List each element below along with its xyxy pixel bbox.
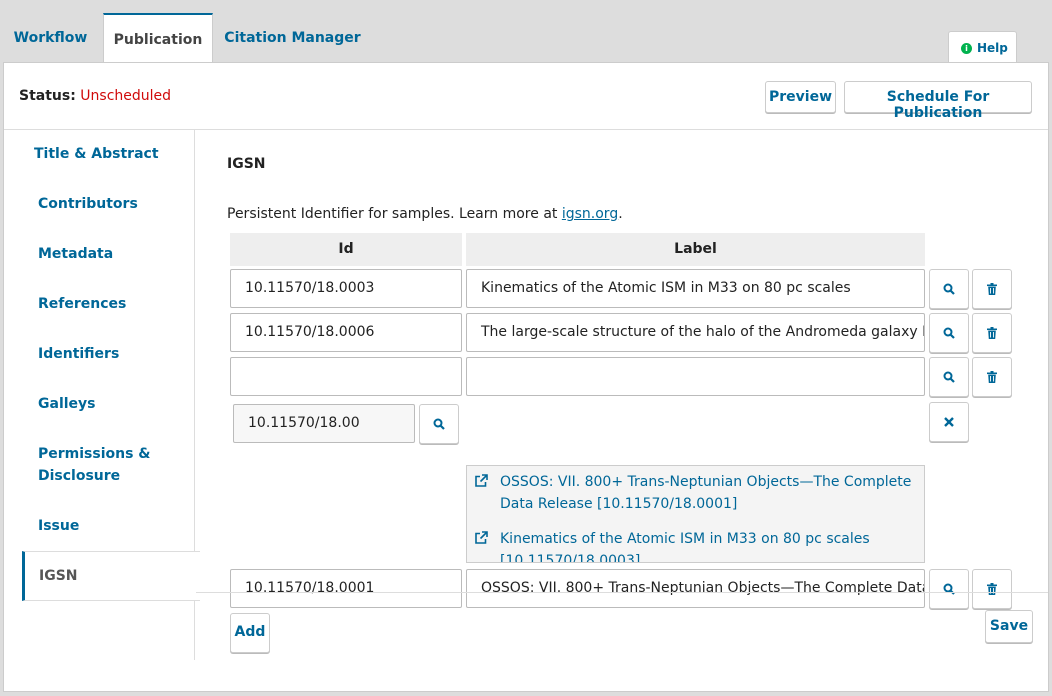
search-button[interactable] (929, 313, 969, 353)
search-button[interactable] (419, 404, 459, 444)
help-button[interactable]: i Help (948, 31, 1017, 64)
id-input[interactable]: 10.11570/18.0001 (230, 569, 462, 608)
id-input[interactable] (230, 357, 462, 396)
tab-citation-manager[interactable]: Citation Manager (219, 13, 366, 63)
label-input[interactable] (466, 357, 925, 396)
help-label: Help (977, 41, 1008, 55)
sidebar-item-metadata[interactable]: Metadata (38, 243, 113, 265)
tab-publication[interactable]: Publication (103, 13, 213, 63)
sidebar-item-issue[interactable]: Issue (38, 515, 79, 537)
igsn-search-input[interactable]: 10.11570/18.00 (233, 404, 415, 443)
section-title: IGSN (227, 156, 266, 172)
delete-button[interactable] (972, 569, 1012, 609)
trash-icon (987, 583, 997, 595)
status-value: Unscheduled (80, 88, 172, 104)
status-line: Status: Unscheduled (19, 88, 171, 104)
sidebar-item-identifiers[interactable]: Identifiers (38, 343, 119, 365)
delete-button[interactable] (972, 313, 1012, 353)
trash-icon (987, 371, 997, 383)
external-link-icon (475, 474, 488, 487)
close-icon (944, 417, 954, 427)
external-link-icon (475, 531, 488, 544)
description-text: Persistent Identifier for samples. Learn… (227, 206, 562, 222)
info-icon: i (961, 43, 972, 54)
trash-icon (987, 327, 997, 339)
label-input[interactable]: Kinematics of the Atomic ISM in M33 on 8… (466, 269, 925, 308)
trash-icon (987, 283, 997, 295)
search-result-item[interactable]: Kinematics of the Atomic ISM in M33 on 8… (467, 528, 922, 563)
status-label: Status: (19, 88, 76, 104)
description-suffix: . (618, 206, 623, 222)
search-button[interactable] (929, 269, 969, 309)
id-input[interactable]: 10.11570/18.0003 (230, 269, 462, 308)
id-input[interactable]: 10.11570/18.0006 (230, 313, 462, 352)
column-header-id: Id (230, 233, 462, 266)
search-icon (943, 283, 955, 295)
search-result-item[interactable]: OSSOS: VII. 800+ Trans-Neptunian Objects… (467, 471, 922, 515)
search-icon (943, 327, 955, 339)
search-icon (943, 371, 955, 383)
sidebar-item-igsn[interactable]: IGSN (22, 551, 200, 601)
sidebar-item-permissions-disclosure[interactable]: Permissions & Disclosure (38, 443, 151, 487)
igsn-link[interactable]: igsn.org (562, 206, 618, 222)
save-button[interactable]: Save (985, 610, 1033, 643)
preview-button[interactable]: Preview (765, 81, 836, 113)
publication-panel: Status: Unscheduled Preview Schedule For… (3, 62, 1049, 692)
schedule-button[interactable]: Schedule For Publication (844, 81, 1032, 121)
label-input[interactable]: The large-scale structure of the halo of… (466, 313, 925, 352)
add-button[interactable]: Add (230, 613, 270, 653)
search-result-text: Kinematics of the Atomic ISM in M33 on 8… (500, 531, 870, 563)
sidebar-item-galleys[interactable]: Galleys (38, 393, 96, 415)
igsn-content: IGSN Persistent Identifier for samples. … (195, 130, 1048, 653)
close-search-button[interactable] (929, 402, 969, 442)
footer-divider (196, 592, 1048, 593)
delete-button[interactable] (972, 269, 1012, 309)
search-button[interactable] (929, 569, 969, 609)
label-input[interactable]: OSSOS: VII. 800+ Trans-Neptunian Objects… (466, 569, 925, 608)
search-button[interactable] (929, 357, 969, 397)
column-header-label: Label (466, 233, 925, 266)
search-icon (943, 583, 955, 595)
tab-workflow[interactable]: Workflow (4, 13, 97, 63)
sidebar: Title & Abstract Contributors Metadata R… (4, 130, 200, 660)
tab-bar: Workflow Publication Citation Manager iH… (0, 0, 1052, 64)
sidebar-item-title-abstract[interactable]: Title & Abstract (34, 143, 159, 165)
delete-button[interactable] (972, 357, 1012, 397)
sidebar-item-references[interactable]: References (38, 293, 126, 315)
sidebar-item-contributors[interactable]: Contributors (38, 193, 138, 215)
search-results-list: OSSOS: VII. 800+ Trans-Neptunian Objects… (466, 465, 925, 563)
section-description: Persistent Identifier for samples. Learn… (227, 206, 623, 222)
search-result-text: OSSOS: VII. 800+ Trans-Neptunian Objects… (500, 474, 912, 512)
search-icon (433, 418, 445, 430)
